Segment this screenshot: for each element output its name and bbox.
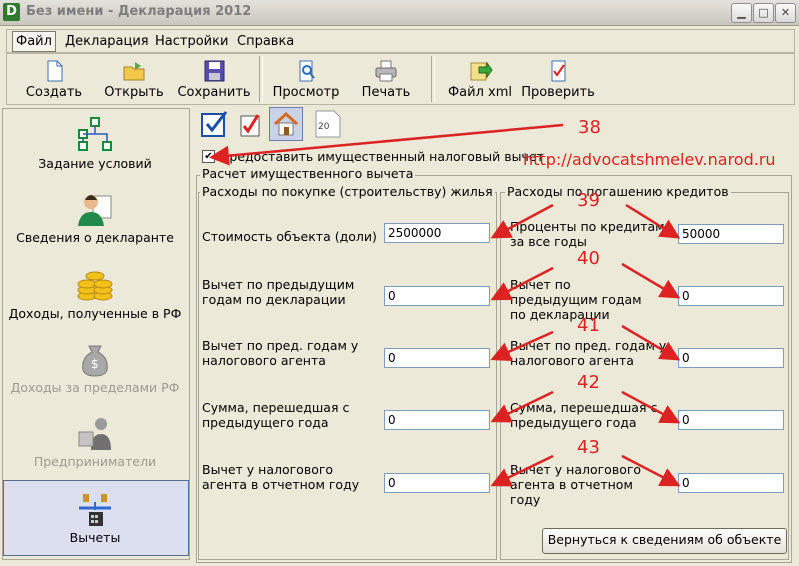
check-label: Проверить	[521, 85, 595, 100]
credit-carried-over-label: Сумма, перешедшая с предыдущего года	[510, 400, 658, 430]
deductions-scales-icon	[75, 490, 115, 528]
social-deductions-icon	[240, 114, 260, 137]
credit-agent-current-year-label: Вычет у налогового агента в отчетном год…	[510, 462, 642, 507]
print-button[interactable]: Печать	[346, 56, 426, 104]
save-floppy-icon	[201, 59, 227, 83]
menu-settings[interactable]: Настройки	[155, 34, 228, 49]
app-logo-icon: D	[3, 3, 20, 21]
credit-prev-years-declaration-input[interactable]: 0	[678, 286, 784, 306]
annotation-number: 40	[577, 248, 600, 269]
agent-current-year-input[interactable]: 0	[384, 473, 490, 493]
annotation-number: 42	[577, 372, 600, 393]
annotation-number: 43	[577, 437, 600, 458]
nav-label-conditions: Задание условий	[38, 156, 152, 171]
housing-costs-group	[198, 192, 497, 560]
title-bar: D Без имени - Декларация 2012 ▁ □ ✕	[0, 0, 799, 26]
preview-label: Просмотр	[272, 85, 340, 100]
nav-label-entrepreneurs: Предприниматели	[33, 454, 157, 469]
entrepreneur-icon	[75, 414, 115, 452]
credit-interest-label: Проценты по кредитам за все годы	[510, 219, 665, 249]
prev-years-agent-input[interactable]: 0	[384, 348, 490, 368]
nav-item-income-rf[interactable]: Доходы, полученные в РФ	[4, 262, 186, 332]
open-folder-icon	[121, 59, 147, 83]
preview-button[interactable]: Просмотр	[266, 56, 346, 104]
minimize-icon[interactable]: ▁	[731, 3, 752, 23]
nav-item-deductions[interactable]: Вычеты	[4, 486, 186, 556]
object-cost-label: Стоимость объекта (доли)	[202, 229, 377, 244]
open-label: Открыть	[104, 85, 164, 100]
menu-declaration[interactable]: Декларация	[65, 34, 149, 49]
tab-20[interactable]: 20	[312, 108, 344, 140]
print-label: Печать	[361, 85, 411, 100]
property-deduction-checkbox-label[interactable]: Предоставить имущественный налоговый выч…	[220, 149, 544, 164]
xml-file-label: Файл xml	[447, 85, 513, 100]
create-button[interactable]: Создать	[14, 56, 94, 104]
check-document-icon	[545, 59, 571, 83]
export-xml-icon	[467, 59, 493, 83]
social-deductions-tab[interactable]	[235, 108, 267, 140]
tab-20-text: 20	[318, 122, 330, 132]
credit-interest-input[interactable]: 50000	[678, 224, 784, 244]
annotation-number: 39	[577, 190, 600, 211]
property-deduction-icon	[273, 111, 299, 136]
menu-file[interactable]: Файл	[12, 31, 56, 52]
property-calc-group-title: Расчет имущественного вычета	[200, 166, 416, 181]
return-to-object-button[interactable]: Вернуться к сведениям об объекте	[542, 528, 787, 554]
new-document-icon	[41, 59, 67, 83]
standard-deductions-icon	[201, 111, 228, 137]
nav-label-deductions: Вычеты	[69, 530, 121, 545]
nav-label-declarant: Сведения о декларанте	[16, 230, 174, 245]
xml-file-button[interactable]: Файл xml	[440, 56, 520, 104]
menu-help[interactable]: Справка	[237, 34, 294, 49]
prev-years-agent-label: Вычет по пред. годам у налогового агента	[202, 338, 359, 368]
open-button[interactable]: Открыть	[94, 56, 174, 104]
svg-text:$: $	[91, 357, 99, 371]
create-label: Создать	[25, 85, 83, 100]
nav-label-income-rf: Доходы, полученные в РФ	[8, 306, 182, 321]
carried-over-label: Сумма, перешедшая с предыдущего года	[202, 400, 350, 430]
credit-costs-title: Расходы по погашению кредитов	[505, 184, 731, 199]
nav-label-income-abroad: Доходы за пределами РФ	[10, 380, 180, 395]
property-deduction-checkbox[interactable]: ✔	[202, 150, 215, 163]
money-bag-icon: $	[75, 340, 115, 378]
nav-item-declarant[interactable]: Сведения о декларанте	[4, 186, 186, 256]
credit-prev-years-agent-label: Вычет по пред. годам у налогового агента	[510, 338, 667, 368]
maximize-icon[interactable]: □	[753, 3, 774, 23]
annotation-url: http://advocatshmelev.narod.ru	[523, 150, 776, 169]
toolbar-separator	[431, 56, 435, 102]
save-button[interactable]: Сохранить	[174, 56, 254, 104]
close-icon[interactable]: ✕	[775, 3, 796, 23]
property-deduction-tab[interactable]	[269, 107, 303, 141]
carried-over-input[interactable]: 0	[384, 410, 490, 430]
preview-icon	[293, 59, 319, 83]
object-cost-input[interactable]: 2500000	[384, 223, 490, 243]
conditions-diagram-icon	[75, 116, 115, 154]
credit-prev-years-agent-input[interactable]: 0	[678, 348, 784, 368]
check-button[interactable]: Проверить	[518, 56, 598, 104]
save-label: Сохранить	[177, 85, 251, 100]
prev-years-declaration-input[interactable]: 0	[384, 286, 490, 306]
annotation-number: 38	[578, 117, 601, 138]
nav-item-conditions[interactable]: Задание условий	[4, 112, 186, 182]
housing-costs-title: Расходы по покупке (строительству) жилья	[200, 184, 495, 199]
agent-current-year-label: Вычет у налогового агента в отчетном год…	[202, 462, 360, 492]
prev-years-declaration-label: Вычет по предыдущим годам по декларации	[202, 277, 355, 307]
credit-agent-current-year-input[interactable]: 0	[678, 473, 784, 493]
toolbar-separator	[259, 56, 263, 102]
window-title: Без имени - Декларация 2012	[26, 4, 252, 19]
person-icon	[75, 190, 115, 228]
coins-icon	[75, 266, 115, 304]
annotation-number: 41	[577, 315, 600, 336]
credit-carried-over-input[interactable]: 0	[678, 410, 784, 430]
standard-deductions-tab[interactable]	[199, 108, 231, 140]
nav-item-entrepreneurs[interactable]: Предприниматели	[4, 410, 186, 480]
printer-icon	[373, 59, 399, 83]
nav-item-income-abroad[interactable]: $ Доходы за пределами РФ	[4, 336, 186, 406]
